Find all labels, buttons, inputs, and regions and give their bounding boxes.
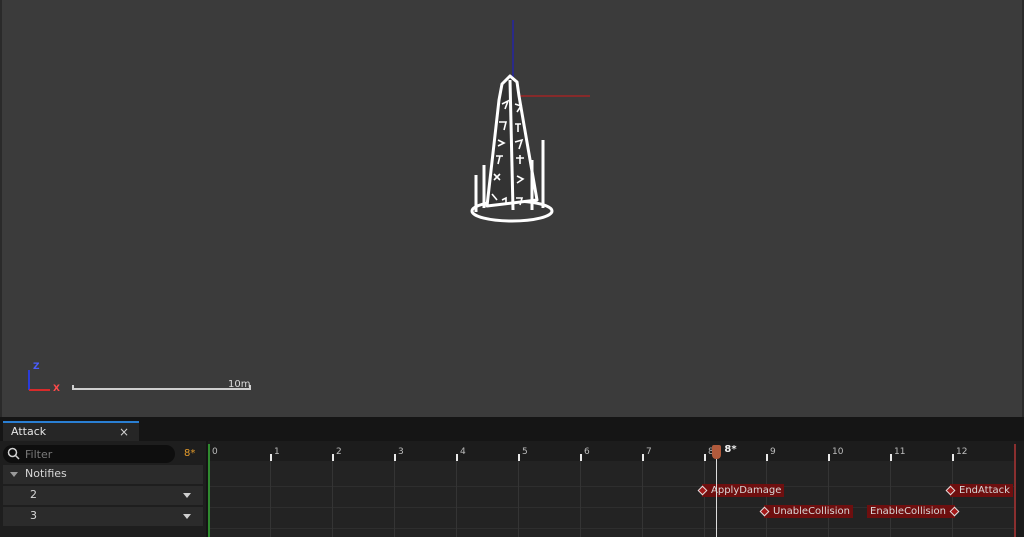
gridline [518,461,519,537]
tick-label: 7 [646,447,652,457]
tick-mark [766,454,768,461]
gridline [456,461,457,537]
notify-label: EndAttack [959,485,1010,496]
tick-mark [642,454,644,461]
scale-label: 10m [228,379,251,390]
close-icon[interactable]: × [119,425,129,439]
filter-row: 8* [0,443,206,465]
track-label: 2 [30,488,37,501]
tick-label: 5 [522,447,528,457]
tick-mark [332,454,334,461]
tick-label: 9 [770,447,776,457]
search-box[interactable] [3,445,175,463]
gridline [642,461,643,537]
tick-label: 3 [398,447,404,457]
gridline [580,461,581,537]
gridline [828,461,829,537]
time-ruler[interactable]: 0 1 2 3 4 5 6 7 8 9 10 11 12 [208,441,1016,461]
playhead-handle[interactable] [712,445,722,459]
viewport-canvas [28,20,590,391]
notify-label: ApplyDamage [711,485,782,496]
notify-diamond-icon[interactable] [697,485,708,496]
scroll-strip [1016,441,1024,537]
tab-label: Attack [11,425,47,438]
lane-separator [208,486,1016,487]
tab-bar: Attack × [0,421,1024,441]
preview-viewport[interactable]: Z X 10m [0,0,1024,417]
gridline [766,461,767,537]
notify-diamond-icon[interactable] [949,506,960,517]
gridline [704,461,705,537]
tick-label: 4 [460,447,466,457]
track-row-2[interactable]: 2 [3,486,203,505]
axis-z-label: Z [33,362,40,372]
tick-label: 10 [832,447,844,457]
notify-label: EnableCollision [870,506,946,517]
gridline [890,461,891,537]
filter-input[interactable] [25,446,170,462]
tick-mark [828,454,830,461]
track-label: Notifies [25,467,67,480]
expand-arrow-icon[interactable] [10,472,18,477]
tab-attack[interactable]: Attack × [3,421,139,441]
gridline [952,461,953,537]
tick-mark [394,454,396,461]
tick-mark [518,454,520,461]
gridline [332,461,333,537]
gridline [270,461,271,537]
track-row-3[interactable]: 3 [3,507,203,526]
chevron-down-icon[interactable] [183,493,191,498]
obelisk-mesh [470,74,554,223]
notify-label: UnableCollision [773,506,850,517]
tick-mark [580,454,582,461]
tick-label: 0 [212,447,218,457]
tick-label: 6 [584,447,590,457]
search-icon [7,447,20,460]
gridline [394,461,395,537]
track-label: 3 [30,509,37,522]
tick-mark [270,454,272,461]
tick-label: 12 [956,447,968,457]
start-marker [208,444,210,537]
tick-mark [890,454,892,461]
tick-mark [952,454,954,461]
notify-unablecollision[interactable]: UnableCollision [759,505,853,518]
tick-mark [704,454,706,461]
track-row-notifies[interactable]: Notifies [3,465,203,484]
frame-badge: 8* [184,448,196,459]
playhead-line[interactable] [716,455,718,537]
tick-mark [456,454,458,461]
tick-label: 2 [336,447,342,457]
tick-label: 1 [274,447,280,457]
notify-diamond-icon[interactable] [759,506,770,517]
playhead-frame-label: 8* [724,444,737,455]
notify-diamond-icon[interactable] [945,485,956,496]
notify-enablecollision[interactable]: EnableCollision [867,505,960,518]
tick-label: 11 [894,447,906,457]
axis-x-label: X [53,384,60,394]
notify-applydamage[interactable]: ApplyDamage [697,484,785,497]
lane-separator [208,528,1016,529]
chevron-down-icon[interactable] [183,514,191,519]
timeline[interactable]: 0 1 2 3 4 5 6 7 8 9 10 11 12 ApplyDamage EndAttack Una… [208,441,1016,537]
notifies-panel: Attack × 8* Notifies 2 3 [0,417,1024,537]
track-list: 8* Notifies 2 3 [0,441,206,537]
notify-endattack[interactable]: EndAttack [945,484,1013,497]
